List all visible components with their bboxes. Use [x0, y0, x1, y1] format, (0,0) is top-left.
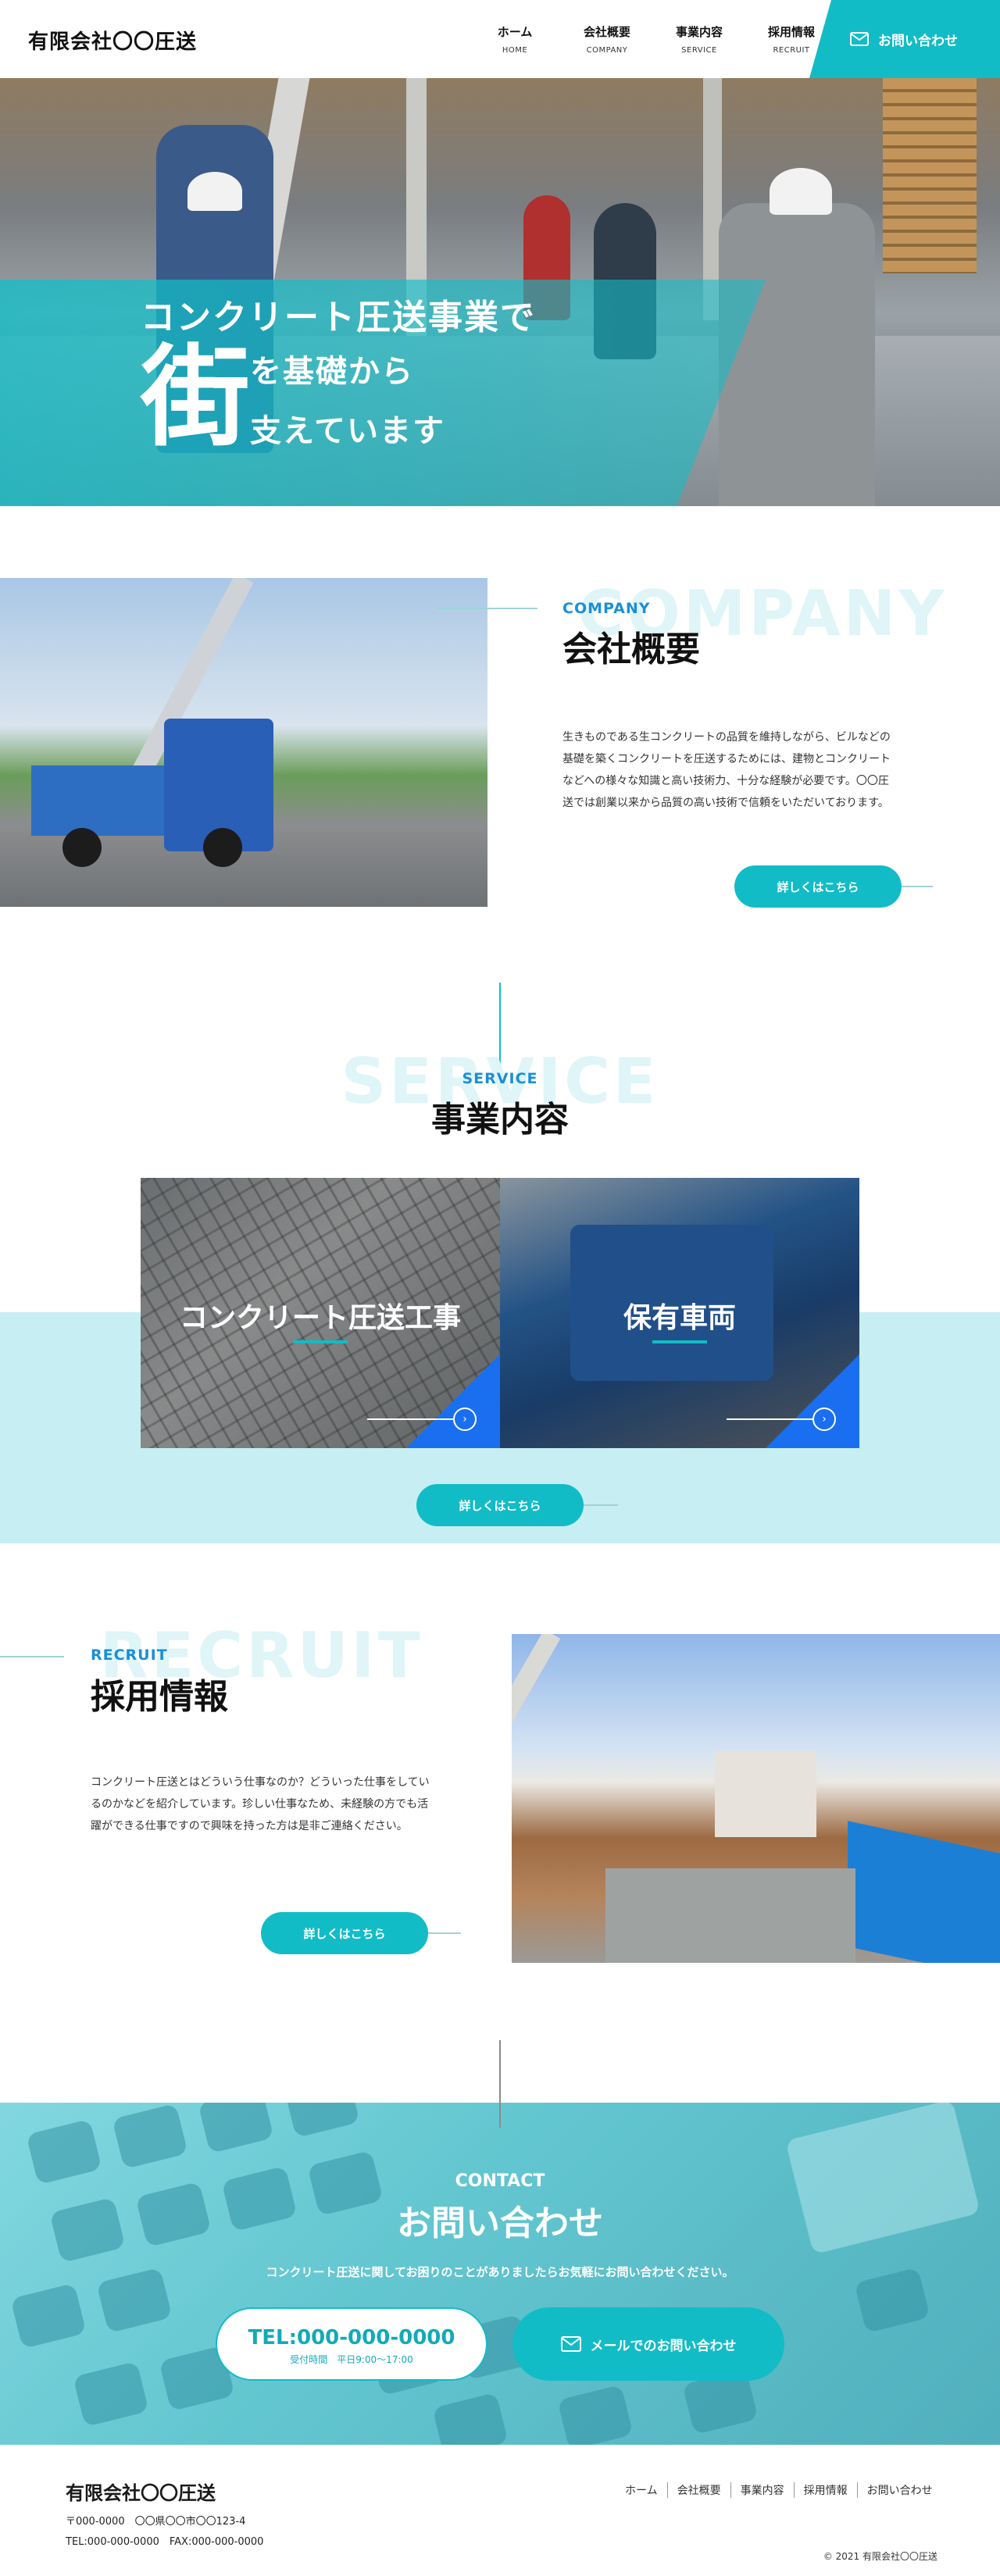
company-en-label: COMPANY — [562, 600, 651, 617]
truck-wheel — [62, 828, 102, 867]
card-arrow-line — [367, 1418, 453, 1420]
service-card-title: コンクリート圧送工事 — [179, 1302, 461, 1334]
card-underline — [293, 1340, 348, 1343]
recruit-accent-line — [0, 1656, 64, 1657]
nav-company[interactable]: 会社概要 COMPANY — [561, 23, 653, 55]
footer-nav: ホーム 会社概要 事業内容 採用情報 お問い合わせ — [616, 2482, 942, 2498]
site-logo[interactable]: 有限会社〇〇圧送 — [28, 26, 197, 55]
service-en-label: SERVICE — [462, 1070, 538, 1087]
service-title: 事業内容 — [431, 1100, 569, 1140]
card-underline — [652, 1340, 707, 1343]
footer-nav-service[interactable]: 事業内容 — [730, 2482, 794, 2498]
hero-photo-helmet — [188, 172, 242, 211]
footer-nav-recruit[interactable]: 採用情報 — [793, 2482, 857, 2498]
footer-nav-contact[interactable]: お問い合わせ — [856, 2482, 942, 2498]
hero-photo-worker — [719, 203, 875, 506]
recruit-more-button[interactable]: 詳しくはこちら — [261, 1912, 428, 1954]
house-shape — [715, 1751, 816, 1837]
hero-line-1: コンクリート圧送事業で — [141, 298, 536, 337]
tel-number: TEL:000-000-0000 — [248, 2326, 455, 2349]
arrow-right-icon: › — [453, 1408, 477, 1431]
card-arrow-line — [727, 1418, 812, 1420]
recruit-photo — [512, 1634, 1000, 1963]
hero-photo-lumber — [883, 78, 977, 273]
hero-line-3: 支えています — [250, 413, 446, 449]
nav-company-sublabel: COMPANY — [586, 46, 628, 55]
service-card-title: 保有車両 — [623, 1302, 736, 1334]
concrete-foundation — [605, 1868, 855, 1963]
company-title: 会社概要 — [562, 630, 700, 669]
mail-icon — [560, 2336, 581, 2352]
arrow-right-icon: › — [812, 1408, 836, 1431]
hero-catchcopy: コンクリート圧送事業で 街 を基礎から 支えています — [141, 289, 536, 453]
global-nav: ホーム HOME 会社概要 COMPANY 事業内容 SERVICE 採用情報 … — [469, 23, 838, 55]
contact-title: お問い合わせ — [397, 2203, 603, 2243]
company-button-line — [902, 886, 933, 887]
hero-big-char: 街 — [141, 334, 251, 462]
recruit-text: コンクリート圧送とはどういう仕事なのか？どういった仕事をしているのかなどを紹介し… — [91, 1776, 430, 1832]
mail-contact-label: メールでのお問い合わせ — [590, 2338, 737, 2354]
company-text: 生きものである生コンクリートの品質を維持しながら、ビルなどの基礎を築くコンクリー… — [562, 731, 891, 809]
hero-section: コンクリート圧送事業で 街 を基礎から 支えています — [0, 78, 1000, 506]
footer-telfax: TEL:000-000-0000 FAX:000-000-0000 — [66, 2536, 264, 2548]
header-contact-button[interactable]: お問い合わせ — [809, 0, 1000, 78]
footer-logo[interactable]: 有限会社〇〇圧送 — [66, 2478, 216, 2505]
nav-service-sublabel: SERVICE — [681, 46, 717, 55]
nav-service[interactable]: 事業内容 SERVICE — [653, 23, 745, 55]
nav-service-label: 事業内容 — [675, 25, 723, 39]
nav-company-label: 会社概要 — [583, 25, 630, 39]
tel-button[interactable]: TEL:000-000-0000 受付時間 平日9:00～17:00 — [216, 2307, 488, 2381]
footer-address-block: 〒000-0000 〇〇県〇〇市〇〇123-4 TEL:000-000-0000… — [66, 2512, 263, 2553]
copyright: © 2021 有限会社〇〇圧送 — [823, 2551, 938, 2562]
blue-tarp — [848, 1821, 1000, 1963]
footer-address: 〒000-0000 〇〇県〇〇市〇〇123-4 — [66, 2516, 246, 2528]
mail-icon — [850, 32, 869, 46]
nav-home-sublabel: HOME — [502, 46, 528, 55]
header-contact-label: お問い合わせ — [878, 33, 958, 49]
pump-boom — [512, 1634, 561, 1808]
contact-section: CONTACT お問い合わせ コンクリート圧送に関してお困りのことがありましたら… — [0, 2103, 1000, 2445]
company-accent-line — [438, 608, 538, 609]
mail-contact-button[interactable]: メールでのお問い合わせ — [512, 2307, 784, 2381]
service-card-pumping[interactable]: コンクリート圧送工事 › — [141, 1178, 500, 1448]
hero-line-2: を基礎から — [250, 354, 415, 390]
truck-wheel — [203, 828, 242, 867]
service-button-line — [584, 1504, 618, 1506]
hero-photo-helmet — [770, 168, 832, 215]
nav-home[interactable]: ホーム HOME — [469, 23, 561, 55]
recruit-title: 採用情報 — [91, 1677, 228, 1717]
footer-nav-company[interactable]: 会社概要 — [666, 2482, 730, 2498]
recruit-button-line — [428, 1932, 461, 1934]
contact-en-label: CONTACT — [455, 2171, 545, 2191]
contact-lead: コンクリート圧送に関してお困りのことがありましたらお気軽にお問い合わせください。 — [266, 2265, 734, 2279]
contact-divider-line — [499, 2040, 501, 2128]
recruit-en-label: RECRUIT — [91, 1647, 168, 1664]
tel-hours: 受付時間 平日9:00～17:00 — [290, 2354, 413, 2365]
nav-home-label: ホーム — [497, 25, 533, 39]
service-more-button[interactable]: 詳しくはこちら — [416, 1484, 584, 1526]
company-photo — [0, 578, 488, 907]
site-header: 有限会社〇〇圧送 ホーム HOME 会社概要 COMPANY 事業内容 SERV… — [0, 0, 1000, 78]
service-card-vehicles[interactable]: 保有車両 › — [500, 1178, 859, 1448]
company-more-button[interactable]: 詳しくはこちら — [734, 865, 902, 908]
footer-nav-home[interactable]: ホーム — [616, 2482, 667, 2498]
